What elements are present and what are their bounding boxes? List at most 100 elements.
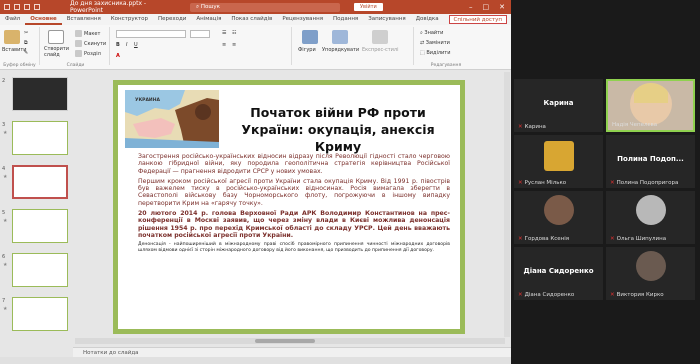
thumb-number: 6 [2,254,6,260]
participant-tile[interactable]: Полина Подоп... ✕ Полина Подопригора [606,135,695,188]
participant-tile-speaking[interactable]: Надія Чепелєва [606,79,695,132]
participant-tile[interactable]: ✕ Виктория Кирко [606,247,695,300]
arrange-icon[interactable] [332,30,348,44]
arrange-button[interactable]: Упорядкувати [322,47,359,53]
participant-tile[interactable]: ✕ Гордова Ксенія [514,191,603,244]
search-box[interactable]: ⌕ Пошук [190,2,340,12]
clipboard-group: Вставити ✂ ⧉ ✎ Буфер обміну [0,27,40,68]
participant-big-name: Карина [543,99,574,107]
new-slide-button[interactable]: Створити слайд [44,46,72,58]
thumb-number: 7 [2,298,6,304]
new-slide-icon[interactable] [48,30,64,44]
font-color-icon[interactable]: A [116,53,120,59]
align-center-icon[interactable]: ≡ [232,42,236,48]
tab-insert[interactable]: Вставлення [62,14,106,25]
section-icon [75,50,82,57]
tab-design[interactable]: Конструктор [106,14,153,25]
save-icon[interactable] [14,4,20,10]
undo-icon[interactable] [24,4,30,10]
slide-thumbnail[interactable] [12,253,68,287]
cut-icon[interactable]: ✂ [24,30,28,36]
minimize-icon[interactable]: – [469,3,473,11]
quick-styles-button[interactable]: Експрес-стилі [362,47,399,53]
quick-styles-icon[interactable] [372,30,388,44]
participant-avatar [636,195,666,225]
align-left-icon[interactable]: ≡ [222,42,226,48]
participant-tile[interactable]: Діана Сидоренко ✕ Діана Сидоренко [514,247,603,300]
shapes-icon[interactable] [302,30,318,44]
slide-canvas[interactable]: УКРАИНА Початок війни РФ проти України: … [113,80,465,334]
find-button[interactable]: ⌕ Знайти [420,30,443,36]
tab-transitions[interactable]: Переходи [153,14,191,25]
select-button[interactable]: ⬚ Виділити [420,50,450,56]
redo-icon[interactable] [34,4,40,10]
tab-help[interactable]: Довідка [411,14,444,25]
thumb-number: 3 [2,122,6,128]
replace-button[interactable]: ⇄ Замінити [420,40,450,46]
notes-pane[interactable]: Нотатки до слайда [73,347,511,357]
window-controls: – □ ✕ [469,3,511,11]
signin-button[interactable]: Увійти [354,3,383,11]
paste-button[interactable]: Вставити [2,47,27,53]
tab-recording[interactable]: Записування [363,14,410,25]
format-painter-icon[interactable]: ✎ [24,50,28,56]
autosave-icon[interactable] [4,4,10,10]
reset-icon [75,40,82,47]
reset-button[interactable]: Скинути [75,40,106,47]
editing-group-label: Редагування [430,63,462,68]
italic-icon[interactable]: I [126,42,127,48]
underline-icon[interactable]: U [134,42,138,48]
reset-label: Скинути [84,41,107,47]
participant-name: ✕ Карина [518,124,546,130]
transition-star-icon: ★ [3,174,8,180]
numbering-icon[interactable]: ☷ [232,30,236,36]
find-label: Знайти [424,30,444,36]
maximize-icon[interactable]: □ [483,3,490,11]
slide-thumbnails-panel: 2 3 ★ 4 ★ 5 ★ 6 ★ 7 ★ [0,72,73,347]
slide-thumbnail[interactable] [12,297,68,331]
participant-avatar [544,141,574,171]
scrollbar-thumb[interactable] [255,339,315,343]
participant-name-label: Ольга Шипулина [616,236,667,242]
participant-tile[interactable]: ✕ Ольга Шипулина [606,191,695,244]
slides-group-label: Слайди [66,63,85,68]
font-size-select[interactable] [190,30,210,38]
vertical-scrollbar[interactable] [504,72,510,337]
status-bar [0,357,511,364]
close-icon[interactable]: ✕ [499,3,505,11]
slide-thumbnail[interactable] [12,77,68,111]
title-bar: До дня захисника.pptx - PowerPoint ⌕ Пош… [0,0,511,14]
paragraph-1: Загострення російсько-українських віднос… [138,153,450,175]
participant-video [630,83,672,125]
select-label: Виділити [426,50,451,56]
tab-view[interactable]: Подання [328,14,363,25]
participant-tile[interactable]: ✕ Руслан Мілько [514,135,603,188]
tab-slideshow[interactable]: Показ слайдів [226,14,277,25]
muted-mic-icon: ✕ [610,236,615,242]
participant-tile[interactable]: Карина ✕ Карина [514,79,603,132]
clipboard-group-label: Буфер обміну [3,63,36,68]
slides-group: Створити слайд Макет Скинути Розділ Слай… [42,27,110,68]
crimea-map-image: УКРАИНА [125,90,219,148]
share-button[interactable]: Спільний доступ [448,15,507,24]
horizontal-scrollbar[interactable] [75,338,505,344]
paste-icon[interactable] [4,30,20,44]
participant-name: Надія Чепелєва [612,122,658,128]
shapes-button[interactable]: Фігури [298,47,316,53]
tab-file[interactable]: Файл [0,14,25,25]
slide-thumbnail[interactable] [12,121,68,155]
section-button[interactable]: Розділ [75,50,101,57]
tab-animations[interactable]: Анімація [191,14,226,25]
layout-button[interactable]: Макет [75,30,100,37]
bold-icon[interactable]: B [116,42,120,48]
transition-star-icon: ★ [3,218,8,224]
copy-icon[interactable]: ⧉ [24,40,28,46]
slide-thumbnail-selected[interactable] [12,165,68,199]
participant-name: ✕ Гордова Ксенія [518,236,569,242]
powerpoint-window: До дня захисника.pptx - PowerPoint ⌕ Пош… [0,0,511,364]
tab-review[interactable]: Рецензування [277,14,328,25]
slide-thumbnail[interactable] [12,209,68,243]
bullets-icon[interactable]: ☰ [222,30,226,36]
font-family-select[interactable] [116,30,186,38]
tab-home[interactable]: Основне [25,14,62,25]
